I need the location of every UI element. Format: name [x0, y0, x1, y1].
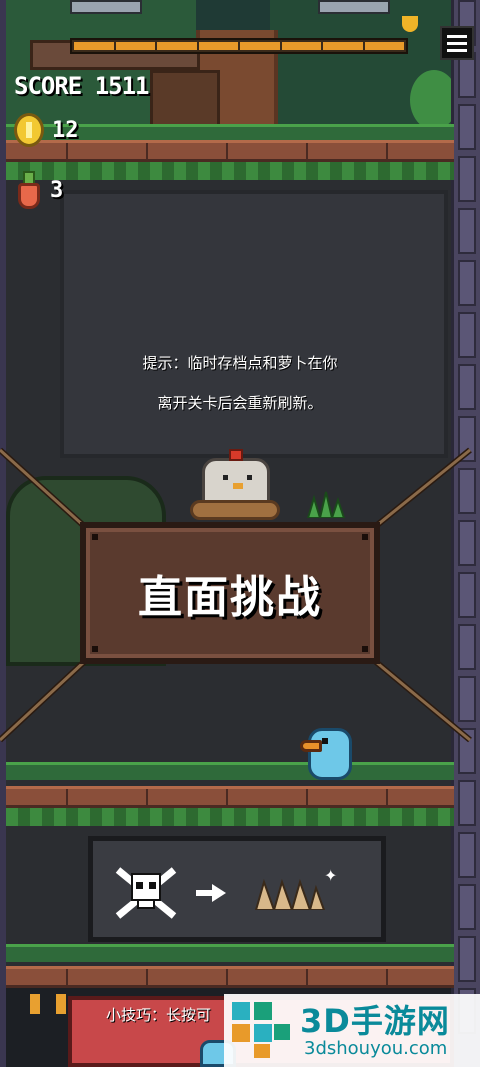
- skull-crossbones-icon: [115, 867, 177, 919]
- face-challenge-sign[interactable]: 直面挑战: [80, 522, 380, 664]
- watermark-url: 3dshouyou.com: [304, 1038, 448, 1059]
- hanging-vines-top: [6, 162, 454, 180]
- nest: [190, 500, 280, 520]
- carrot-icon: [16, 171, 42, 209]
- hanging-vines-middle: [6, 808, 454, 826]
- coin-icon: [14, 113, 44, 147]
- sparkle-icon: ✦: [324, 866, 338, 885]
- level-progress-bar: [70, 38, 408, 54]
- score-value: 1511: [94, 72, 150, 100]
- lower-platform: [6, 966, 454, 988]
- hamburger-menu-icon: [447, 34, 467, 38]
- tip-line-2: 离开关卡后会重新刷新。: [157, 394, 323, 412]
- score-label: SCORE: [14, 72, 82, 100]
- torch-icon: [56, 994, 66, 1014]
- score-display: SCORE 1511: [14, 72, 149, 100]
- middle-grass: [6, 762, 454, 780]
- watermark: 3D手游网 3dshouyou.com: [224, 994, 480, 1067]
- coin-counter: 12: [14, 112, 79, 148]
- spikes-icon: [254, 878, 326, 910]
- watermark-title: 3D手游网: [300, 1002, 450, 1040]
- arrow-right-icon: [196, 884, 226, 902]
- carrot-counter: 3: [16, 164, 63, 216]
- player-bird: [300, 728, 352, 784]
- menu-button[interactable]: [440, 26, 474, 60]
- tip-line-1: 提示：临时存档点和萝卜在你: [142, 354, 338, 372]
- carrot-count: 3: [50, 177, 64, 203]
- coin-count: 12: [52, 117, 79, 143]
- bottom-tip-text: 小技巧：长按可: [106, 1006, 212, 1024]
- stone-backdrop: [60, 190, 448, 458]
- top-frame-right: [318, 0, 390, 14]
- challenge-sign-label: 直面挑战: [138, 572, 322, 623]
- lower-grass: [6, 944, 454, 962]
- grass-tuft-icon: [306, 488, 346, 522]
- trophy-icon: [402, 16, 418, 32]
- torch-icon: [30, 994, 40, 1014]
- top-frame-left: [70, 0, 142, 14]
- middle-platform: [6, 786, 454, 808]
- watermark-logo-icon: [232, 1002, 290, 1058]
